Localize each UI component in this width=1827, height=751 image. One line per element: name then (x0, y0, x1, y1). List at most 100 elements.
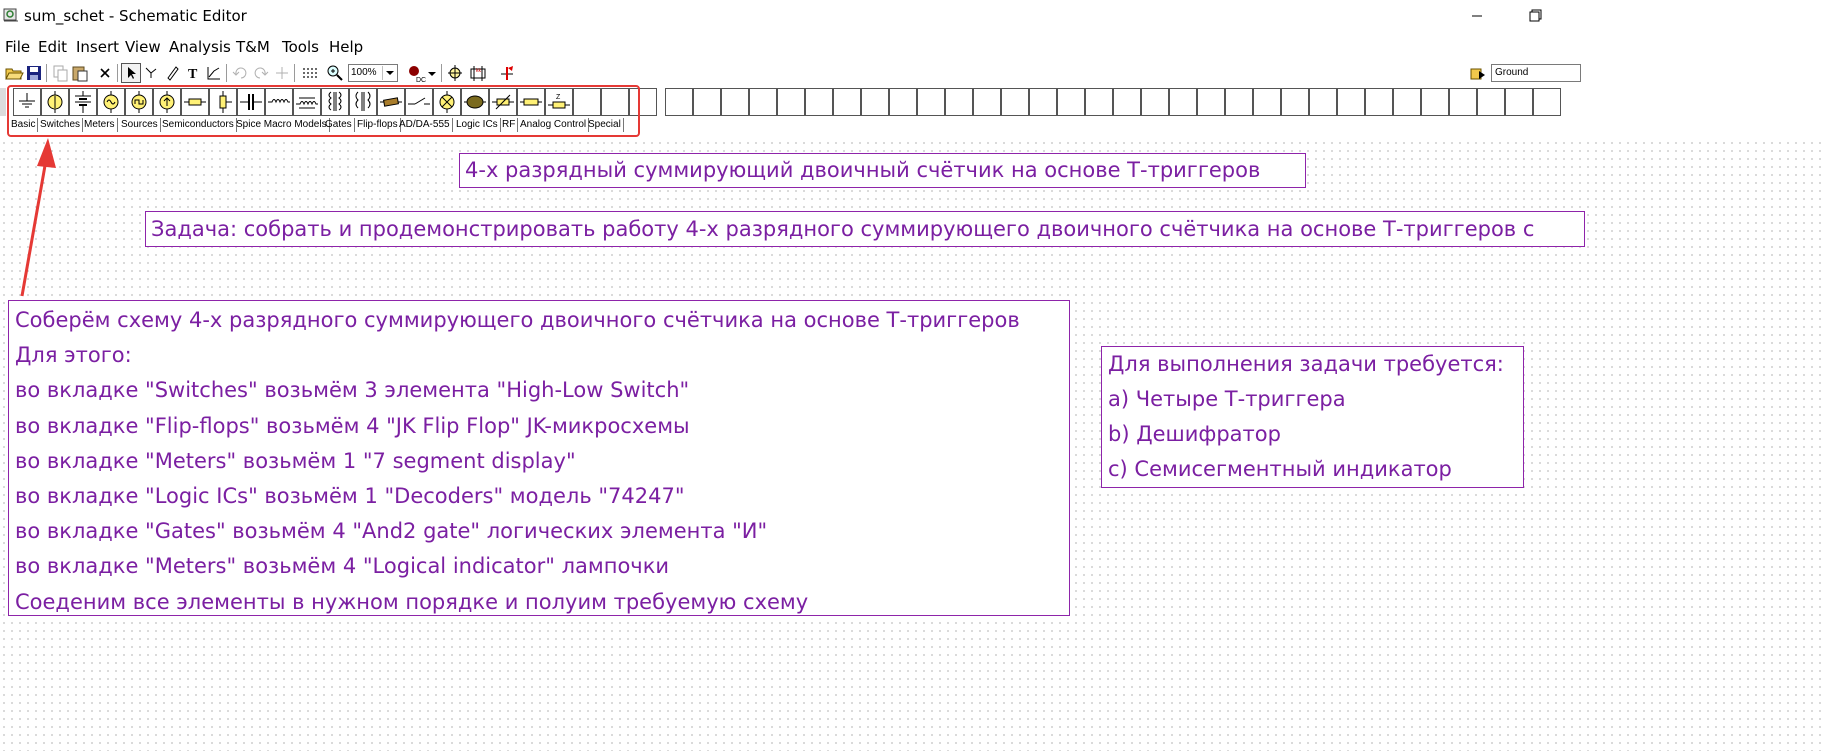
task-text-box[interactable]: Задача: собрать и продемонстрировать раб… (145, 211, 1585, 247)
heading-text: 4-х разрядный суммирующий двоичный счётч… (465, 158, 1261, 182)
menu-view[interactable]: View (125, 38, 161, 56)
zoom-level-value: 100% (351, 67, 377, 78)
menu-insert[interactable]: Insert (76, 38, 119, 56)
redo-icon[interactable] (251, 63, 271, 83)
palette-empty-slot (917, 88, 945, 116)
menu-analysis[interactable]: Analysis (169, 38, 231, 56)
requirements-line: Для выполнения задачи требуется: (1108, 352, 1504, 376)
palette-empty-slot (1197, 88, 1225, 116)
palette-empty-slot (1085, 88, 1113, 116)
toolbar-separator (46, 64, 47, 82)
current-probe-icon[interactable]: kk (468, 63, 488, 83)
palette-highlight-annotation (7, 85, 640, 137)
pencil-icon[interactable] (163, 63, 183, 83)
palette-empty-slot (1393, 88, 1421, 116)
delete-icon[interactable] (95, 63, 115, 83)
dc-analysis-icon[interactable]: DC (406, 63, 426, 83)
palette-empty-slot (1281, 88, 1309, 116)
palette-scroll-handle[interactable] (0, 88, 6, 116)
palette-empty-slot (973, 88, 1001, 116)
palette-empty-slot (749, 88, 777, 116)
save-icon[interactable] (24, 63, 44, 83)
steps-line: во вкладке "Logic ICs" возьмём 1 "Decode… (15, 483, 685, 508)
undo-icon[interactable] (230, 63, 250, 83)
palette-empty-slot (1169, 88, 1197, 116)
svg-text:kk: kk (476, 68, 482, 74)
svg-text:DC: DC (416, 77, 426, 83)
mark-icon[interactable] (497, 63, 517, 83)
palette-empty-slot (693, 88, 721, 116)
palette-empty-slot (1113, 88, 1141, 116)
steps-line: во вкладке "Gates" возьмём 4 "And2 gate"… (15, 519, 768, 544)
palette-empty-slot (665, 88, 693, 116)
palette-empty-slot (1253, 88, 1281, 116)
toolbar-separator (441, 64, 442, 82)
steps-line: во вкладке "Meters" возьмём 4 "Logical i… (15, 554, 670, 579)
junction-icon[interactable] (272, 63, 292, 83)
steps-line: Соеденим все элементы в нужном порядке и… (15, 589, 809, 614)
window-title: sum_schet - Schematic Editor (24, 7, 247, 25)
title-bar: sum_schet - Schematic Editor (0, 0, 1827, 34)
palette-empty-slot (833, 88, 861, 116)
palette-empty-slot (1533, 88, 1561, 116)
zoom-icon[interactable] (325, 63, 345, 83)
palette-empty-slot (1141, 88, 1169, 116)
requirements-line: b) Дешифратор (1108, 422, 1281, 446)
restore-button[interactable] (1520, 4, 1550, 28)
copy-icon[interactable] (50, 63, 70, 83)
menu-help[interactable]: Help (329, 38, 363, 56)
probe-icon[interactable] (446, 63, 466, 83)
steps-line: Для этого: (15, 343, 132, 368)
palette-empty-slot (945, 88, 973, 116)
palette-empty-slot (1225, 88, 1253, 116)
component-name-value: Ground (1495, 67, 1529, 78)
menu-tm[interactable]: T&M (236, 38, 270, 56)
palette-empty-slot (1029, 88, 1057, 116)
toolbar-separator (294, 64, 295, 82)
select-arrow-icon[interactable] (121, 63, 141, 83)
requirements-text-box[interactable]: Для выполнения задачи требуется: a) Четы… (1101, 346, 1524, 488)
chevron-down-icon[interactable] (426, 63, 438, 83)
menu-tools[interactable]: Tools (282, 38, 319, 56)
steps-line: во вкладке "Flip-flops" возьмём 4 "JK Fl… (15, 413, 690, 438)
chevron-down-icon (382, 66, 396, 80)
palette-empty-slot (1001, 88, 1029, 116)
palette-empty-slot (777, 88, 805, 116)
text-tool-icon[interactable]: T (183, 63, 203, 83)
palette-empty-slot (721, 88, 749, 116)
palette-empty-slot (861, 88, 889, 116)
requirements-line: c) Семисегментный индикатор (1108, 457, 1452, 481)
steps-line: во вкладке "Meters" возьмём 1 "7 segment… (15, 448, 576, 473)
palette-empty-slot (1365, 88, 1393, 116)
open-icon[interactable] (4, 63, 24, 83)
steps-line: Соберём схему 4-х разрядного суммирующег… (15, 308, 1020, 332)
grid-icon[interactable] (299, 63, 319, 83)
palette-empty-slot (1505, 88, 1533, 116)
component-name-field[interactable]: Ground (1491, 64, 1581, 82)
place-ground-icon[interactable] (1468, 63, 1488, 83)
palette-empty-slot (805, 88, 833, 116)
svg-text:T: T (188, 67, 198, 82)
palette-empty-slot (1057, 88, 1085, 116)
wire-tool-icon[interactable] (141, 63, 161, 83)
app-icon (2, 6, 20, 24)
paste-icon[interactable] (70, 63, 90, 83)
minimize-button[interactable] (1462, 4, 1492, 28)
requirements-line: a) Четыре Т-триггера (1108, 387, 1346, 411)
menu-file[interactable]: File (5, 38, 30, 56)
palette-empty-slot (1477, 88, 1505, 116)
main-toolbar: T 100% DC kk Ground (0, 62, 1827, 86)
graph-tool-icon[interactable] (204, 63, 224, 83)
heading-text-box[interactable]: 4-х разрядный суммирующий двоичный счётч… (459, 153, 1306, 188)
menu-edit[interactable]: Edit (38, 38, 67, 56)
steps-line: во вкладке "Switches" возьмём 3 элемента… (15, 378, 690, 403)
toolbar-separator (117, 64, 118, 82)
palette-empty-slot (1309, 88, 1337, 116)
steps-text-box[interactable]: Соберём схему 4-х разрядного суммирующег… (8, 300, 1070, 616)
palette-empty-slot (1449, 88, 1477, 116)
palette-empty-slot (1421, 88, 1449, 116)
zoom-level-select[interactable]: 100% (348, 64, 398, 82)
palette-empty-slot (1337, 88, 1365, 116)
toolbar-separator (226, 64, 227, 82)
palette-empty-slot (889, 88, 917, 116)
